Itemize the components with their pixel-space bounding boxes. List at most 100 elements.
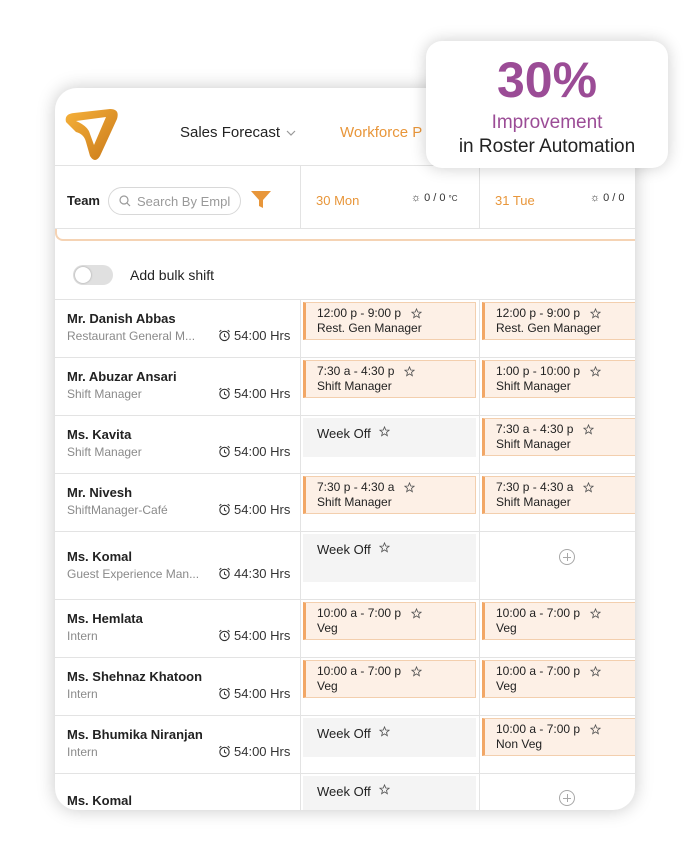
- star-icon[interactable]: [378, 784, 390, 795]
- shift-role: Shift Manager: [496, 379, 571, 393]
- employee-cell[interactable]: Ms. Hemlata Intern 54:00 Hrs: [55, 600, 301, 657]
- weather-mon: ☼ 0 / 0 °C: [411, 192, 457, 204]
- day-header-tue[interactable]: 31 Tue: [495, 193, 535, 208]
- shift-time: 10:00 a - 7:00 p: [317, 664, 402, 678]
- shift-card[interactable]: 7:30 a - 4:30 p Shift Manager: [303, 360, 476, 398]
- shift-time: 10:00 a - 7:00 p: [496, 664, 581, 678]
- nav-sales-forecast[interactable]: Sales Forecast: [180, 124, 296, 141]
- employee-name: Mr. Abuzar Ansari: [67, 369, 177, 384]
- hours-value: 54:00 Hrs: [234, 628, 291, 643]
- shift-cell: 10:00 a - 7:00 p Veg: [480, 600, 635, 657]
- app-logo-icon[interactable]: [62, 104, 120, 164]
- week-off-card[interactable]: Week Off: [303, 776, 476, 810]
- add-shift-button[interactable]: [559, 790, 575, 806]
- shift-time: 12:00 p - 9:00 p: [317, 306, 402, 320]
- bulk-shift-label: Add bulk shift: [130, 267, 215, 283]
- employee-search-input[interactable]: Search By Empl: [108, 187, 241, 215]
- star-icon[interactable]: [411, 665, 423, 677]
- shift-card[interactable]: 12:00 p - 9:00 p Rest. Gen Manager: [303, 302, 476, 340]
- shift-card[interactable]: 10:00 a - 7:00 p Veg: [482, 602, 635, 640]
- star-icon[interactable]: [590, 607, 602, 619]
- bulk-shift-row: Add bulk shift: [55, 251, 635, 300]
- shift-role: Non Veg: [496, 737, 543, 751]
- employee-name: Ms. Komal: [67, 549, 133, 564]
- shift-card[interactable]: 10:00 a - 7:00 p Veg: [482, 660, 635, 698]
- shift-cell: 1:00 p - 10:00 p Shift Manager: [480, 358, 635, 415]
- shift-card[interactable]: 7:30 a - 4:30 p Shift Manager: [482, 418, 635, 456]
- shift-time: 12:00 p - 9:00 p: [496, 306, 581, 320]
- star-icon[interactable]: [404, 481, 416, 493]
- shift-time-row: 7:30 p - 4:30 a: [317, 480, 475, 494]
- employee-cell[interactable]: Ms. Bhumika Niranjan Intern 54:00 Hrs: [55, 716, 301, 773]
- shift-cell: Week Off: [301, 532, 480, 599]
- nav-sales-forecast-label: Sales Forecast: [180, 124, 281, 141]
- roster-row: Mr. Nivesh ShiftManager-Café 54:00 Hrs 7:30…: [55, 474, 635, 532]
- shift-card[interactable]: 7:30 p - 4:30 a Shift Manager: [303, 476, 476, 514]
- employee-cell[interactable]: Mr. Nivesh ShiftManager-Café 54:00 Hrs: [55, 474, 301, 531]
- shift-time: 10:00 a - 7:00 p: [496, 722, 581, 736]
- star-icon[interactable]: [583, 423, 595, 435]
- nav-workforce[interactable]: Workforce P: [340, 124, 422, 141]
- employee-role: ShiftManager-Café: [67, 503, 168, 517]
- week-off-card[interactable]: Week Off: [303, 418, 476, 457]
- employee-cell[interactable]: Ms. Shehnaz Khatoon Intern 54:00 Hrs: [55, 658, 301, 715]
- employee-cell[interactable]: Mr. Danish Abbas Restaurant General M... 5…: [55, 300, 301, 357]
- star-icon[interactable]: [411, 307, 423, 319]
- search-icon: [119, 195, 131, 207]
- shift-card[interactable]: 10:00 a - 7:00 p Veg: [303, 602, 476, 640]
- star-icon[interactable]: [378, 426, 390, 437]
- alarm-clock-icon: [219, 387, 230, 400]
- shift-role: Shift Manager: [317, 495, 392, 509]
- weather-temp-tue: 0 / 0: [603, 192, 625, 204]
- header-accent-strip: [55, 229, 635, 241]
- star-icon[interactable]: [590, 307, 602, 319]
- employee-hours: 54:00 Hrs: [218, 386, 290, 401]
- roster-row: Ms. Hemlata Intern 54:00 Hrs 10:00 a - 7:00…: [55, 600, 635, 658]
- shift-role: Veg: [317, 679, 338, 693]
- week-off-card[interactable]: Week Off: [303, 718, 476, 757]
- shift-cell: Week Off: [301, 774, 480, 810]
- employee-cell[interactable]: Mr. Abuzar Ansari Shift Manager 54:00 Hrs: [55, 358, 301, 415]
- employee-cell[interactable]: Ms. Kavita Shift Manager 54:00 Hrs: [55, 416, 301, 473]
- week-off-label: Week Off: [317, 426, 371, 441]
- shift-time-row: 10:00 a - 7:00 p: [317, 606, 475, 620]
- badge-percent: 30%: [496, 52, 598, 108]
- shift-time-row: 10:00 a - 7:00 p: [496, 606, 635, 620]
- shift-card[interactable]: 10:00 a - 7:00 p Non Veg: [482, 718, 635, 756]
- star-icon[interactable]: [411, 607, 423, 619]
- sun-icon: ☼: [590, 192, 601, 204]
- shift-card[interactable]: 7:30 p - 4:30 a Shift Manager: [482, 476, 635, 514]
- roster-row: Ms. Komal Guest Experience Man... 44:30 Hr…: [55, 532, 635, 600]
- shift-time-row: 7:30 a - 4:30 p: [496, 422, 635, 436]
- roster-row: Mr. Abuzar Ansari Shift Manager 54:00 Hrs 7…: [55, 358, 635, 416]
- shift-cell: 10:00 a - 7:00 p Veg: [301, 658, 480, 715]
- employee-cell[interactable]: Ms. Komal: [55, 774, 301, 810]
- add-shift-button[interactable]: [559, 549, 575, 565]
- shift-card[interactable]: 10:00 a - 7:00 p Veg: [303, 660, 476, 698]
- shift-time-row: 1:00 p - 10:00 p: [496, 364, 635, 378]
- shift-cell: [480, 532, 635, 599]
- shift-card[interactable]: 1:00 p - 10:00 p Shift Manager: [482, 360, 635, 398]
- employee-role: Intern: [67, 687, 98, 701]
- shift-time: 10:00 a - 7:00 p: [496, 606, 581, 620]
- star-icon[interactable]: [590, 723, 602, 735]
- star-icon[interactable]: [590, 665, 602, 677]
- alarm-clock-icon: [219, 745, 230, 758]
- shift-card[interactable]: 12:00 p - 9:00 p Rest. Gen Manager: [482, 302, 635, 340]
- hours-value: 54:00 Hrs: [234, 444, 291, 459]
- star-icon[interactable]: [378, 726, 390, 737]
- roster-row: Ms. Kavita Shift Manager 54:00 Hrs Week Off…: [55, 416, 635, 474]
- star-icon[interactable]: [590, 365, 602, 377]
- employee-cell[interactable]: Ms. Komal Guest Experience Man... 44:30 Hr…: [55, 532, 301, 599]
- shift-time: 10:00 a - 7:00 p: [317, 606, 402, 620]
- star-icon[interactable]: [404, 365, 416, 377]
- day-header-mon[interactable]: 30 Mon: [316, 193, 359, 208]
- bulk-shift-toggle[interactable]: [73, 265, 113, 285]
- badge-subtitle: in Roster Automation: [458, 136, 636, 157]
- week-off-card[interactable]: Week Off: [303, 534, 476, 582]
- filter-icon[interactable]: [250, 190, 272, 210]
- shift-cell: 10:00 a - 7:00 p Non Veg: [480, 716, 635, 773]
- star-icon[interactable]: [583, 481, 595, 493]
- star-icon[interactable]: [378, 542, 390, 553]
- search-placeholder: Search By Empl: [137, 193, 231, 209]
